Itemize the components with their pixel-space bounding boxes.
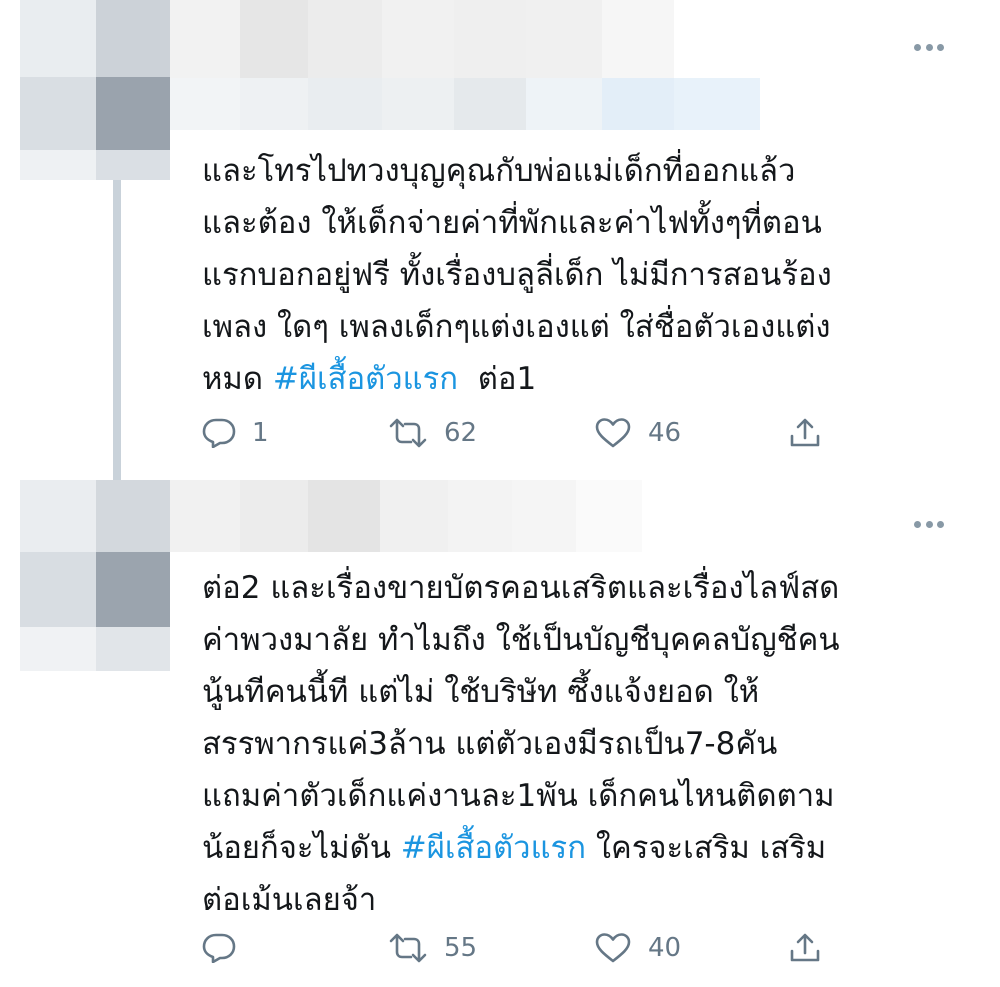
- avatar-pixel: [96, 627, 170, 671]
- name-pixel: [576, 480, 642, 552]
- tweet-text: และโทรไปทวงบุญคุณกับพ่อแม่เด็กที่ออกแล้ว…: [202, 145, 972, 405]
- text-segment: ใครจะเสริม เสริม: [585, 830, 827, 866]
- handle-pixel: [602, 78, 674, 130]
- more-icon[interactable]: [914, 42, 944, 52]
- avatar-pixel: [96, 480, 170, 552]
- text-segment: หมด: [202, 361, 273, 397]
- handle-pixel: [674, 78, 760, 130]
- reply-count: 1: [252, 418, 269, 448]
- text-line: และต้อง ให้เด็กจ่ายค่าที่พักและค่าไฟทั้ง…: [202, 205, 822, 241]
- text-line: ต่อ2 และเรื่องขายบัตรคอนเสริตและเรื่องไล…: [202, 570, 840, 606]
- heart-icon: [595, 418, 631, 448]
- name-pixel: [512, 480, 576, 552]
- tweet-2[interactable]: ต่อ2 และเรื่องขายบัตรคอนเสริตและเรื่องไล…: [0, 480, 1000, 987]
- name-pixel: [308, 480, 380, 552]
- avatar-pixel: [96, 77, 170, 150]
- text-segment: น้อยก็จะไม่ดัน: [202, 830, 401, 866]
- reply-button[interactable]: 1: [202, 413, 269, 453]
- thread-line: [113, 180, 121, 480]
- avatar-pixel: [20, 627, 96, 671]
- name-pixel: [308, 0, 382, 78]
- avatar-pixel: [96, 150, 170, 180]
- name-pixel: [454, 0, 526, 78]
- text-line: สรรพากรแค่3ล้าน แต่ตัวเองมีรถเป็น7-8คัน: [202, 726, 778, 762]
- text-line: ต่อเม้นเลยจ้า: [202, 882, 377, 918]
- reply-icon: [202, 418, 236, 448]
- handle-pixel: [526, 78, 602, 130]
- text-line: เพลง ใดๆ เพลงเด็กๆแต่งเองแต่ ใส่ชื่อตัวเ…: [202, 309, 831, 345]
- share-icon: [790, 933, 820, 962]
- heart-icon: [595, 933, 631, 963]
- avatar-pixel: [20, 150, 96, 180]
- share-button[interactable]: [788, 928, 822, 968]
- avatar-pixel: [20, 480, 96, 552]
- like-count: 46: [648, 418, 682, 448]
- text-segment: ต่อ1: [458, 361, 537, 397]
- name-pixel: [674, 0, 760, 78]
- tweet-actions: 1 62 46: [202, 413, 842, 453]
- handle-pixel: [308, 78, 382, 130]
- handle-pixel: [454, 78, 526, 130]
- like-button[interactable]: 40: [594, 928, 681, 968]
- avatar[interactable]: [20, 0, 170, 180]
- tweet-actions: 55 40: [202, 928, 842, 968]
- name-pixel: [382, 0, 454, 78]
- avatar-pixel: [96, 552, 170, 627]
- more-icon[interactable]: [914, 519, 944, 529]
- retweet-icon: [389, 933, 427, 963]
- author-name[interactable]: [170, 480, 642, 552]
- name-pixel: [526, 0, 602, 78]
- retweet-count: 55: [444, 933, 478, 963]
- handle-pixel: [170, 78, 240, 130]
- hashtag-link[interactable]: #ผีเสื้อตัวแรก: [401, 830, 586, 866]
- name-pixel: [448, 480, 512, 552]
- text-line: นู้นทีคนนี้ที แต่ไม่ ใช้บริษัท ซึ้งแจ้งย…: [202, 674, 760, 710]
- reply-icon: [202, 933, 236, 963]
- text-line: น้อยก็จะไม่ดัน #ผีเสื้อตัวแรก ใครจะเสริม…: [202, 822, 972, 874]
- avatar[interactable]: [20, 480, 170, 671]
- text-line: ค่าพวงมาลัย ทำไมถึง ใช้เป็นบัญชีบุคคลบัญ…: [202, 622, 840, 658]
- retweet-button[interactable]: 55: [388, 928, 477, 968]
- text-line: และโทรไปทวงบุญคุณกับพ่อแม่เด็กที่ออกแล้ว: [202, 153, 796, 189]
- avatar-pixel: [20, 552, 96, 627]
- reply-button[interactable]: [202, 928, 252, 968]
- retweet-button[interactable]: 62: [388, 413, 477, 453]
- text-line: แถมค่าตัวเด็กแค่งานละ1พัน เด็กคนไหนติดตา…: [202, 778, 835, 814]
- avatar-pixel: [96, 0, 170, 77]
- share-icon: [790, 418, 820, 447]
- avatar-pixel: [20, 0, 96, 77]
- name-pixel: [170, 0, 240, 78]
- text-line: แรกบอกอยู่ฟรี ทั้งเรื่องบลูลี่เด็ก ไม่มี…: [202, 257, 832, 293]
- hashtag-link[interactable]: #ผีเสื้อตัวแรก: [273, 361, 458, 397]
- name-pixel: [602, 0, 674, 78]
- author-name[interactable]: [170, 0, 760, 130]
- handle-pixel: [240, 78, 308, 130]
- tweet-1[interactable]: และโทรไปทวงบุญคุณกับพ่อแม่เด็กที่ออกแล้ว…: [0, 0, 1000, 480]
- name-pixel: [240, 0, 308, 78]
- like-count: 40: [648, 933, 682, 963]
- retweet-count: 62: [444, 418, 478, 448]
- name-pixel: [170, 480, 240, 552]
- name-pixel: [380, 480, 448, 552]
- text-line: หมด #ผีเสื้อตัวแรก ต่อ1: [202, 353, 972, 405]
- name-pixel: [240, 480, 308, 552]
- tweet-text: ต่อ2 และเรื่องขายบัตรคอนเสริตและเรื่องไล…: [202, 562, 972, 926]
- share-button[interactable]: [788, 413, 822, 453]
- avatar-pixel: [20, 77, 96, 150]
- like-button[interactable]: 46: [594, 413, 681, 453]
- handle-pixel: [382, 78, 454, 130]
- retweet-icon: [389, 418, 427, 448]
